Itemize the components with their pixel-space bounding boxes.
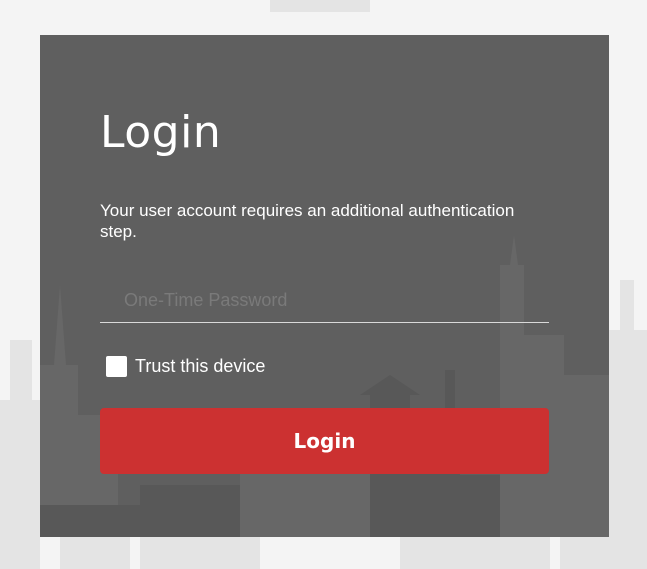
login-button[interactable]: Login xyxy=(100,408,549,474)
login-panel: Login Your user account requires an addi… xyxy=(40,35,609,537)
login-title: Login xyxy=(100,107,222,158)
checkbox-box[interactable] xyxy=(106,356,127,377)
one-time-password-input[interactable] xyxy=(100,279,549,323)
trust-device-checkbox[interactable]: Trust this device xyxy=(106,356,265,377)
authentication-message: Your user account requires an additional… xyxy=(100,201,515,241)
trust-device-label: Trust this device xyxy=(135,356,266,376)
